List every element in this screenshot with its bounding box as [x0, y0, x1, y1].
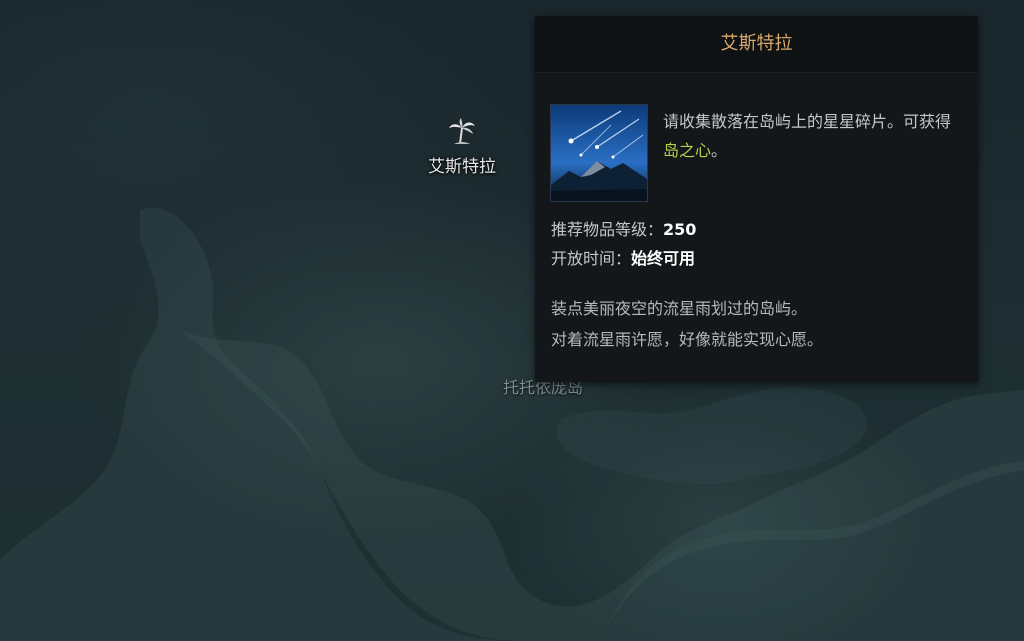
reward-highlight: 岛之心 [663, 141, 712, 160]
description-suffix: 。 [711, 141, 728, 160]
description-text: 请收集散落在岛屿上的星星碎片。可获得 [663, 112, 952, 131]
open-time-row: 开放时间：始终可用 [551, 244, 696, 273]
recommended-level-value: 250 [663, 220, 697, 239]
tooltip-flavor-text: 装点美丽夜空的流星雨划过的岛屿。 对着流星雨许愿，好像就能实现心愿。 [551, 293, 966, 355]
recommended-level-label: 推荐物品等级： [551, 220, 664, 239]
recommended-level-row: 推荐物品等级：250 [551, 215, 696, 244]
open-time-value: 始终可用 [631, 249, 696, 268]
flavor-line-2: 对着流星雨许愿，好像就能实现心愿。 [551, 330, 824, 349]
map-marker-estra[interactable]: 艾斯特拉 [410, 118, 514, 177]
tooltip-description: 请收集散落在岛屿上的星星碎片。可获得岛之心。 [663, 107, 963, 165]
open-time-label: 开放时间： [551, 249, 632, 268]
tooltip-title: 艾斯特拉 [535, 16, 978, 73]
tooltip-stats: 推荐物品等级：250 开放时间：始终可用 [551, 215, 696, 273]
meteor-shower-icon [550, 104, 648, 202]
flavor-line-1: 装点美丽夜空的流星雨划过的岛屿。 [551, 299, 808, 318]
map-marker-label: 艾斯特拉 [428, 157, 496, 177]
island-tooltip: 艾斯特拉 请收集散落在岛屿上的星星碎片。可获得岛之心。 推荐物品等级：250 开… [535, 16, 978, 382]
world-map[interactable]: 艾斯特拉 托托依庞岛 艾斯特拉 请收集散落在岛屿上的星星碎片。可获得岛之心。 推… [0, 0, 1024, 641]
palm-tree-icon [449, 118, 475, 145]
